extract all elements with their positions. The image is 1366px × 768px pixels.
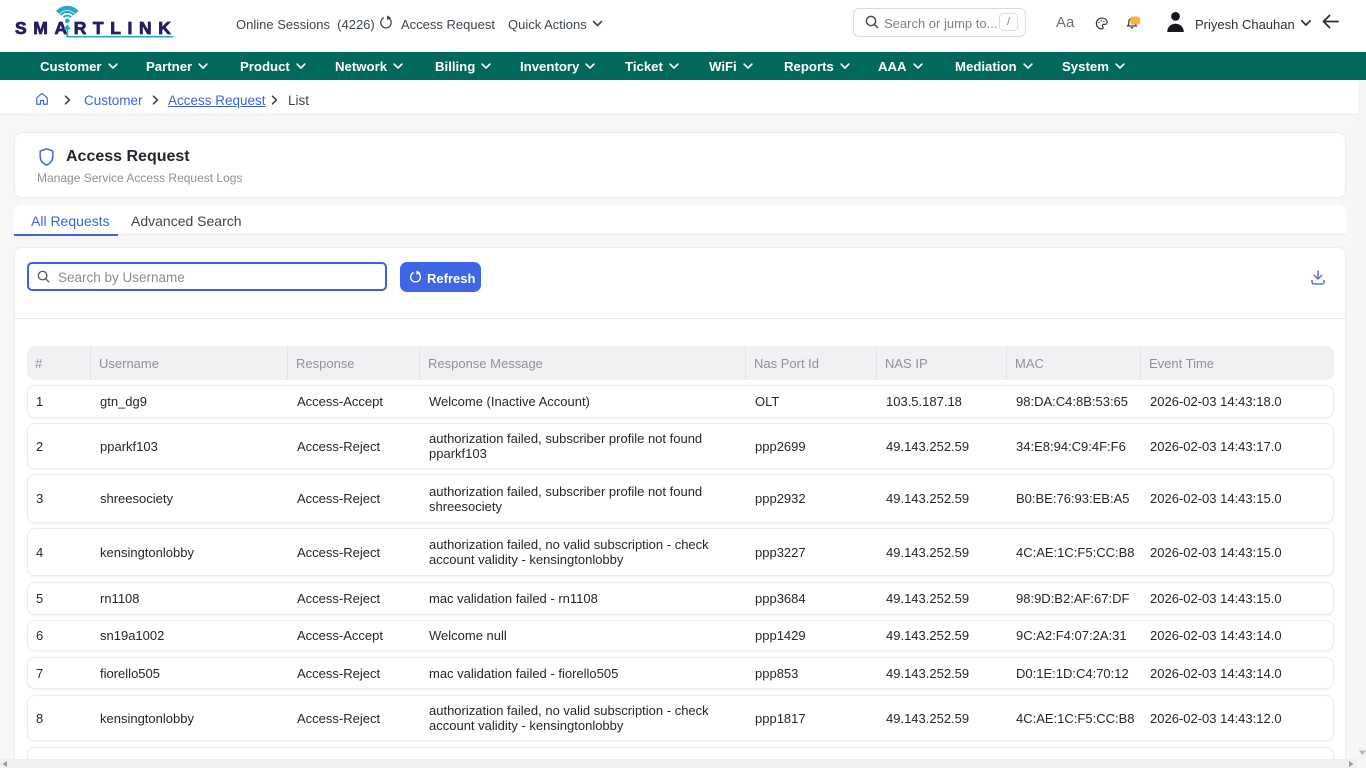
svg-text:SMARTLINK: SMARTLINK [15, 18, 177, 38]
